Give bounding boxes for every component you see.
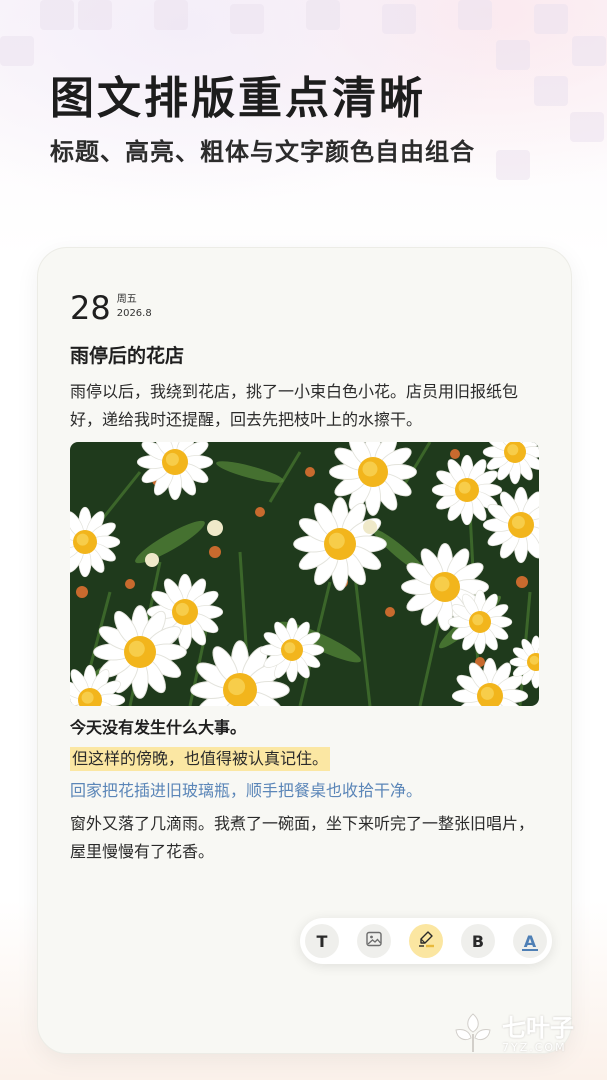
blue-text-line[interactable]: 回家把花插进旧玻璃瓶，顺手把餐桌也收拾干净。 (70, 779, 422, 803)
bold-button[interactable]: B (461, 924, 495, 958)
color-underline (522, 949, 538, 951)
bg-tile (230, 4, 264, 34)
leaf-logo-icon (450, 1010, 496, 1060)
bold-label: B (471, 931, 485, 951)
bg-tile (458, 0, 492, 30)
bg-tile (534, 76, 568, 106)
highlighted-text-line[interactable]: 但这样的傍晚，也值得被认真记住。 (70, 747, 331, 771)
date-month: 2026.8 (116, 308, 152, 319)
date-meta: 周五 2026.8 (117, 293, 152, 321)
bg-tile (570, 112, 604, 142)
daisy-photo-image (70, 442, 539, 706)
daisy-photo[interactable] (70, 442, 539, 706)
watermark-name: 七叶子 (502, 1014, 574, 1042)
text-color-button[interactable]: A (513, 924, 547, 958)
bg-tile (40, 0, 74, 30)
text-style-label: T (316, 931, 328, 951)
highlight-button[interactable] (409, 924, 443, 958)
text-style-button[interactable]: T (305, 924, 339, 958)
bg-tile (496, 40, 530, 70)
note-title[interactable]: 雨停后的花店 (70, 342, 184, 370)
note-date: 28 周五 2026.8 (70, 290, 152, 326)
note-paragraph-1[interactable]: 雨停以后，我绕到花店，挑了一小束白色小花。店员用旧报纸包好，递给我时还提醒，回去… (70, 378, 540, 434)
text-color-label: A (523, 931, 537, 951)
header-background (0, 0, 607, 260)
bg-tile (534, 4, 568, 34)
promo-headline: 图文排版重点清晰 (50, 73, 426, 124)
note-paragraph-2[interactable]: 窗外又落了几滴雨。我煮了一碗面，坐下来听完了一整张旧唱片，屋里慢慢有了花香。 (70, 810, 540, 866)
watermark-text: 七叶子 7YZ.COM (502, 1015, 574, 1055)
promo-subheadline: 标题、高亮、粗体与文字颜色自由组合 (50, 138, 475, 166)
date-day: 28 (70, 289, 111, 327)
image-icon (365, 930, 383, 952)
bg-tile (496, 150, 530, 180)
bg-tile (154, 0, 188, 30)
date-weekday: 周五 (116, 294, 137, 305)
insert-image-button[interactable] (357, 924, 391, 958)
bold-text-line[interactable]: 今天没有发生什么大事。 (70, 716, 246, 740)
bg-tile (0, 36, 34, 66)
bg-tile (382, 4, 416, 34)
watermark: 七叶子 7YZ.COM (450, 1010, 574, 1060)
bg-tile (306, 0, 340, 30)
highlighter-icon (416, 930, 436, 952)
bg-tile (572, 36, 606, 66)
formatting-toolbar: T B A (300, 918, 552, 964)
bg-tile (78, 0, 112, 30)
watermark-url: 7YZ.COM (502, 1041, 567, 1054)
